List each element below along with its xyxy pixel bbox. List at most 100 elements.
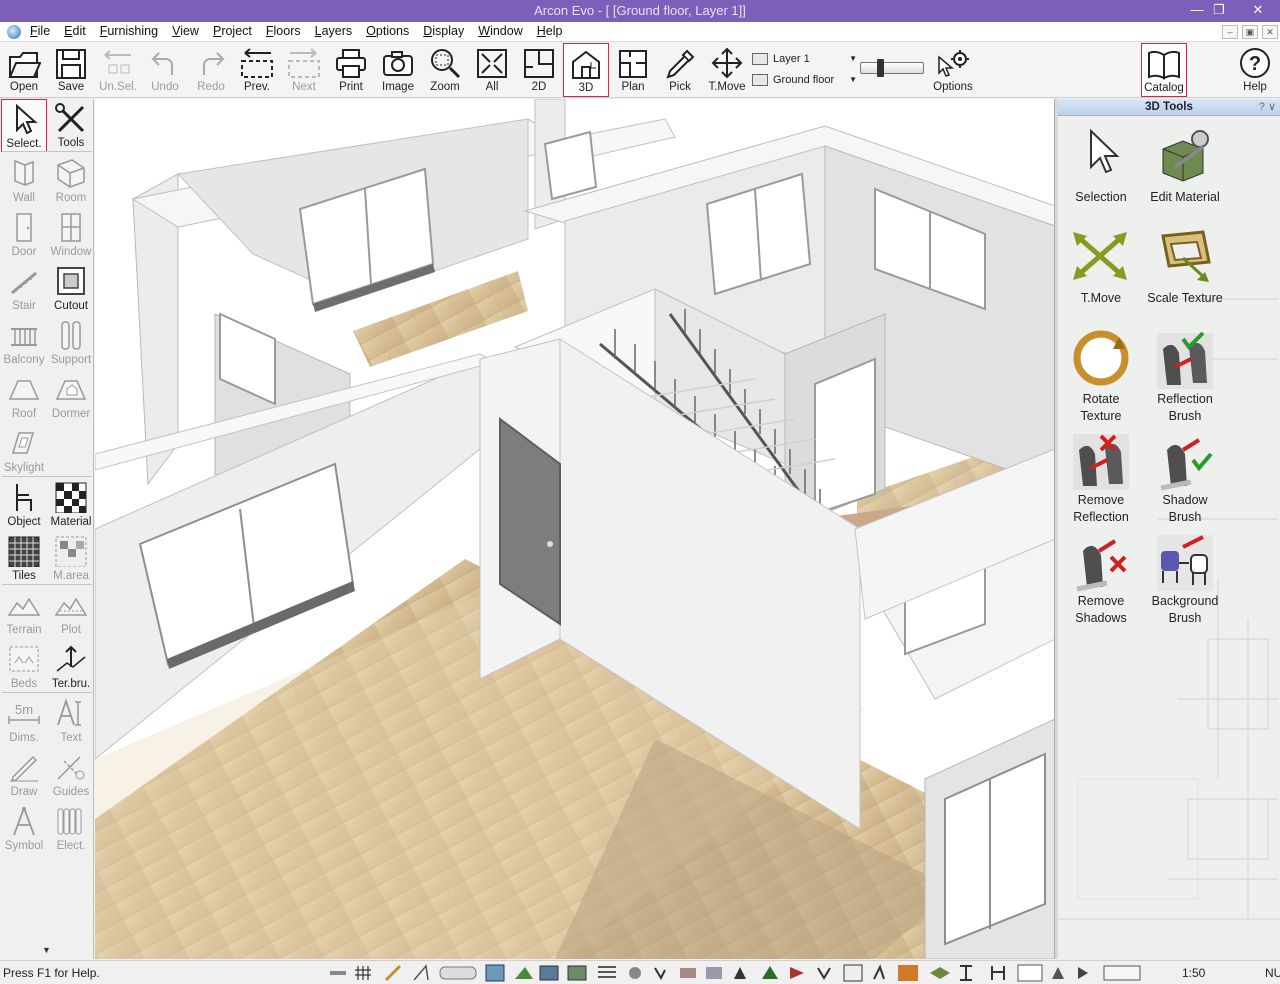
symbol-tool[interactable]: Symbol: [1, 802, 47, 855]
3d-selection-tool[interactable]: Selection: [1058, 121, 1144, 221]
draw-tool[interactable]: Draw: [1, 748, 47, 801]
zoom-label: Zoom: [430, 81, 460, 93]
divider: [2, 151, 92, 152]
app-icon[interactable]: [7, 25, 21, 39]
menu-file[interactable]: File: [30, 24, 58, 38]
close-button[interactable]: ✕: [1236, 0, 1280, 22]
print-button[interactable]: Print: [328, 43, 374, 97]
image-button[interactable]: Image: [375, 43, 421, 97]
support-tool[interactable]: Support: [48, 316, 94, 369]
edit-material-tool[interactable]: Edit Material: [1142, 121, 1228, 221]
floor-dropdown[interactable]: Ground floor ▼: [752, 69, 857, 90]
select-tool[interactable]: Select.: [1, 99, 47, 152]
tmove-button[interactable]: T.Move: [704, 43, 750, 97]
catalog-button[interactable]: Catalog: [1141, 43, 1187, 97]
door-tool[interactable]: Door: [1, 208, 47, 261]
remove-reflection-tool[interactable]: Remove Reflection: [1058, 424, 1144, 524]
radiator-icon: [57, 808, 82, 835]
detail-slider[interactable]: [860, 59, 924, 77]
scroll-down-arrow[interactable]: ▼: [42, 945, 51, 955]
window-tool[interactable]: Window: [48, 208, 94, 261]
plot-tool[interactable]: Plot: [48, 586, 94, 639]
prev-label: Prev.: [244, 81, 270, 93]
guides-tool[interactable]: Guides: [48, 748, 94, 801]
object-tool[interactable]: Object: [1, 478, 47, 531]
options-button[interactable]: Options: [930, 43, 976, 97]
pick-button[interactable]: Pick: [657, 43, 703, 97]
help-button[interactable]: ? Help: [1232, 43, 1278, 97]
window-icon: [61, 213, 81, 242]
menu-furnishing[interactable]: Furnishing: [100, 24, 166, 38]
mdi-restore-button[interactable]: ▣: [1242, 25, 1258, 39]
3d-tmove-tool[interactable]: T.Move: [1058, 222, 1144, 322]
menu-options[interactable]: Options: [366, 24, 417, 38]
3d-tools-panel: 3D Tools ? ∨ Selection Edit Material T.M…: [1058, 99, 1280, 959]
redo-button[interactable]: Redo: [188, 43, 234, 97]
electrical-tool[interactable]: Elect.: [48, 802, 94, 855]
mdi-close-button[interactable]: ✕: [1262, 25, 1278, 39]
slider-thumb[interactable]: [877, 59, 884, 77]
menu-edit[interactable]: Edit: [64, 24, 94, 38]
plan-button[interactable]: Plan: [610, 43, 656, 97]
panel-header-icons[interactable]: ? ∨: [1259, 99, 1276, 115]
shadow-brush-tool[interactable]: Shadow Brush: [1142, 424, 1228, 524]
numlock-indicator: NU: [1265, 966, 1280, 980]
3d-viewport[interactable]: [95, 99, 1055, 959]
background-brush-tool[interactable]: Background Brush: [1142, 525, 1228, 625]
view-2d-button[interactable]: 2D: [516, 43, 562, 97]
tiles-tool[interactable]: Tiles: [1, 532, 47, 585]
window-title: Arcon Evo - [ [Ground floor, Layer 1]]: [534, 3, 746, 18]
layer-floor-selector[interactable]: Layer 1 ▼ Ground floor ▼: [752, 48, 857, 92]
terrain-brush-label: Ter.bru.: [51, 678, 91, 690]
stair-icon: [11, 271, 37, 295]
menu-window[interactable]: Window: [478, 24, 530, 38]
beds-tool[interactable]: Beds: [1, 640, 47, 693]
next-view-button[interactable]: Next: [281, 43, 327, 97]
menu-display[interactable]: Display: [423, 24, 472, 38]
tools-tool[interactable]: Tools: [48, 99, 94, 152]
rotate-texture-tool[interactable]: Rotate Texture: [1058, 323, 1144, 423]
text-tool[interactable]: Text: [48, 694, 94, 747]
scale-texture-tool[interactable]: Scale Texture: [1142, 222, 1228, 322]
dormer-tool[interactable]: Dormer: [48, 370, 94, 423]
terrain-brush-tool[interactable]: Ter.bru.: [48, 640, 94, 693]
terrain-tool[interactable]: Terrain: [1, 586, 47, 639]
stair-tool[interactable]: Stair: [1, 262, 47, 315]
cutout-icon: [57, 267, 85, 295]
menu-help[interactable]: Help: [537, 24, 571, 38]
roof-tool[interactable]: Roof: [1, 370, 47, 423]
zoom-button[interactable]: Zoom: [422, 43, 468, 97]
view-3d-button[interactable]: 3D: [563, 43, 609, 97]
material-area-icon: [55, 536, 87, 567]
zoom-all-button[interactable]: All: [469, 43, 515, 97]
tool-label: Scale Texture: [1147, 291, 1223, 305]
save-button[interactable]: Save: [48, 43, 94, 97]
dimensions-tool[interactable]: 5m Dims.: [1, 694, 47, 747]
dimension-icon-text: 5m: [15, 702, 33, 717]
material-tool[interactable]: Material: [48, 478, 94, 531]
menu-floors[interactable]: Floors: [266, 24, 309, 38]
unselect-button[interactable]: Un.Sel.: [95, 43, 141, 97]
restore-button[interactable]: ❐: [1203, 0, 1235, 22]
open-button[interactable]: Open: [1, 43, 47, 97]
balcony-tool[interactable]: Balcony: [1, 316, 47, 369]
room-label: Room: [55, 192, 87, 204]
undo-button[interactable]: Undo: [142, 43, 188, 97]
remove-shadows-tool[interactable]: Remove Shadows: [1058, 525, 1144, 625]
scale-indicator: 1:50: [1182, 966, 1206, 980]
redo-icon: [203, 52, 225, 75]
menu-project[interactable]: Project: [213, 24, 260, 38]
mdi-minimize-button[interactable]: –: [1222, 25, 1238, 39]
tool-label: Remove: [1077, 594, 1125, 608]
material-area-tool[interactable]: M.area: [48, 532, 94, 585]
menu-view[interactable]: View: [172, 24, 207, 38]
cutout-tool[interactable]: Cutout: [48, 262, 94, 315]
menu-layers[interactable]: Layers: [315, 24, 361, 38]
tool-label: Background: [1151, 594, 1219, 608]
layer-dropdown[interactable]: Layer 1 ▼: [752, 48, 857, 69]
skylight-tool[interactable]: Skylight: [1, 424, 47, 477]
prev-view-button[interactable]: Prev.: [234, 43, 280, 97]
reflection-brush-tool[interactable]: Reflection Brush: [1142, 323, 1228, 423]
wall-tool[interactable]: Wall: [1, 154, 47, 207]
room-tool[interactable]: Room: [48, 154, 94, 207]
